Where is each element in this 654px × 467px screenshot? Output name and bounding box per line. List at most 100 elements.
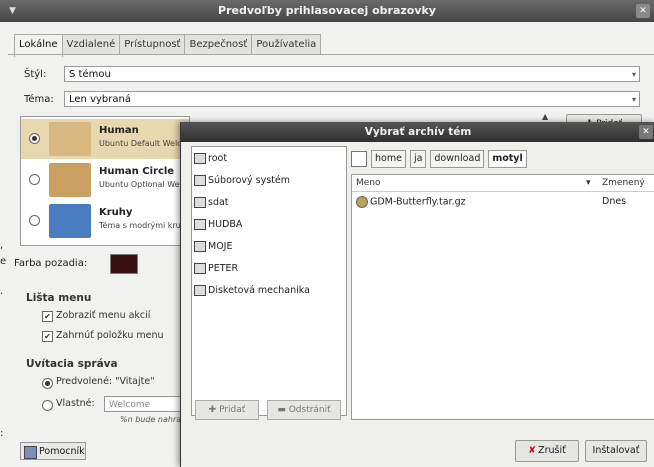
background-color-button[interactable] <box>110 254 138 274</box>
clipped-text: , <box>0 240 4 251</box>
choose-theme-archive-dialog: Vybrať archív tém ✕ root Súborový systém… <box>180 122 654 467</box>
theme-description: Ubuntu Optional Welcome <box>99 180 189 189</box>
welcome-heading: Uvítacia správa <box>26 358 118 370</box>
close-icon[interactable]: ✕ <box>636 4 650 18</box>
theme-radio-human[interactable] <box>29 133 40 144</box>
chevron-down-icon: ▾ <box>631 70 636 79</box>
place-label: Disketová mechanika <box>208 285 310 296</box>
help-button-label: Pomocník <box>39 446 85 457</box>
welcome-custom-label: Vlastné: <box>56 398 95 409</box>
theme-label: Téma: <box>24 94 54 105</box>
install-button[interactable]: Inštalovať <box>585 440 647 462</box>
place-label: sdat <box>208 197 229 208</box>
column-header-modified[interactable]: Zmenený <box>602 175 645 191</box>
archive-icon <box>356 196 368 208</box>
drive-icon <box>194 219 206 230</box>
tab-divider <box>8 54 654 55</box>
theme-radio-kruhy[interactable] <box>29 215 40 226</box>
place-hudba[interactable]: HUDBA <box>194 217 242 233</box>
place-label: HUDBA <box>208 219 243 230</box>
install-label: Inštalovať <box>592 445 640 456</box>
style-value: S témou <box>69 69 111 80</box>
place-sdat[interactable]: sdat <box>194 195 229 211</box>
cancel-label: Zrušiť <box>538 445 566 456</box>
header-divider <box>352 191 654 192</box>
window-menu-icon[interactable]: ▼ <box>9 0 16 22</box>
style-label: Štýl: <box>24 69 47 80</box>
remove-icon: ▬ <box>277 405 289 415</box>
add-icon: ✚ <box>208 405 220 415</box>
add-place-button[interactable]: ✚ Pridať <box>195 400 259 420</box>
dialog-title: Vybrať archív tém <box>364 126 472 138</box>
remove-place-button[interactable]: ▬ Odstrániť <box>267 400 341 420</box>
chevron-down-icon: ▾ <box>631 95 636 104</box>
close-icon[interactable]: ✕ <box>639 125 653 139</box>
background-color-label: Farba pozadia: <box>14 258 88 269</box>
drive-icon <box>194 241 206 252</box>
theme-item-human[interactable]: Human Ubuntu Default Welcome <box>21 119 189 159</box>
path-motyl[interactable]: motyl <box>488 150 527 168</box>
human-thumbnail <box>49 122 91 156</box>
place-filesystem[interactable]: Súborový systém <box>194 173 290 189</box>
theme-name: Kruhy <box>99 207 133 218</box>
dialog-titlebar: Vybrať archív tém ✕ <box>181 122 654 142</box>
clipped-text: : <box>0 428 4 439</box>
place-peter[interactable]: PETER <box>194 261 238 277</box>
path-home[interactable]: home <box>371 150 406 168</box>
file-name: GDM-Butterfly.tar.gz <box>356 196 466 208</box>
welcome-default-radio[interactable] <box>42 378 53 389</box>
file-modified: Dnes <box>602 196 627 207</box>
window-title: Predvoľby prihlasovacej obrazovky <box>218 4 436 17</box>
clipped-text: e <box>0 256 7 267</box>
place-label: MOJE <box>208 241 233 252</box>
theme-item-human-circle[interactable]: Human Circle Ubuntu Optional Welcome <box>21 160 189 200</box>
menu-bar-heading: Lišta menu <box>26 292 92 304</box>
path-ja[interactable]: ja <box>409 150 427 168</box>
folder-icon <box>194 153 206 164</box>
include-config-checkbox[interactable]: ✔ <box>42 331 53 342</box>
help-button[interactable]: Pomocník <box>20 442 86 460</box>
include-config-label: Zahrnúť položku menu <box>56 330 164 341</box>
edit-location-icon[interactable] <box>351 151 367 167</box>
theme-item-kruhy[interactable]: Kruhy Téma s modrými kruhmi <box>21 201 189 241</box>
tab-users[interactable]: Používatelia <box>251 34 322 55</box>
sort-arrow-icon: ▾ <box>586 178 591 188</box>
place-root[interactable]: root <box>194 151 227 167</box>
path-download[interactable]: download <box>430 150 485 168</box>
theme-mode-select[interactable]: Len vybraná ▾ <box>64 91 640 107</box>
theme-description: Téma s modrými kruhmi <box>99 221 190 230</box>
column-header-name[interactable]: Meno <box>356 175 381 191</box>
clipped-text: . <box>0 286 4 297</box>
tab-security[interactable]: Bezpečnosť <box>184 34 253 55</box>
theme-name: Human Circle <box>99 166 175 177</box>
theme-list: Human Ubuntu Default Welcome Human Circl… <box>20 116 190 246</box>
human-circle-thumbnail <box>49 163 91 197</box>
places-sidebar: root Súborový systém sdat HUDBA MOJE PET… <box>191 146 347 416</box>
file-row[interactable]: GDM-Butterfly.tar.gz Dnes <box>352 193 654 211</box>
help-icon <box>24 446 37 459</box>
welcome-default-label: Predvolené: "Vitajte" <box>56 376 155 387</box>
place-label: Súborový systém <box>208 175 291 186</box>
cancel-icon: ✘ <box>528 445 537 456</box>
theme-mode-value: Len vybraná <box>69 94 131 105</box>
kruhy-thumbnail <box>49 204 91 238</box>
tab-remote[interactable]: Vzdialené <box>61 34 121 55</box>
window-titlebar: ▼ Predvoľby prihlasovacej obrazovky ✕ <box>0 0 654 22</box>
welcome-message-input[interactable]: Welcome <box>104 396 184 412</box>
theme-description: Ubuntu Default Welcome <box>99 139 190 148</box>
theme-radio-human-circle[interactable] <box>29 174 40 185</box>
cancel-button[interactable]: ✘ Zrušiť <box>515 440 579 462</box>
place-moje[interactable]: MOJE <box>194 239 232 255</box>
place-floppy[interactable]: Disketová mechanika <box>194 283 310 299</box>
move-up-icon[interactable]: ▲ <box>542 112 548 121</box>
add-place-label: Pridať <box>219 405 246 415</box>
drive-icon <box>194 263 206 274</box>
drive-icon <box>194 175 206 186</box>
tab-bar: Lokálne Vzdialené Prístupnosť Bezpečnosť… <box>14 34 322 57</box>
style-select[interactable]: S témou ▾ <box>64 66 640 82</box>
tab-accessibility[interactable]: Prístupnosť <box>119 34 186 55</box>
path-bar: home ja download motyl <box>351 150 531 168</box>
show-actions-menu-checkbox[interactable]: ✔ <box>42 311 53 322</box>
file-list: Meno ▾ Zmenený GDM-Butterfly.tar.gz Dnes <box>351 174 654 420</box>
welcome-custom-radio[interactable] <box>42 400 53 411</box>
